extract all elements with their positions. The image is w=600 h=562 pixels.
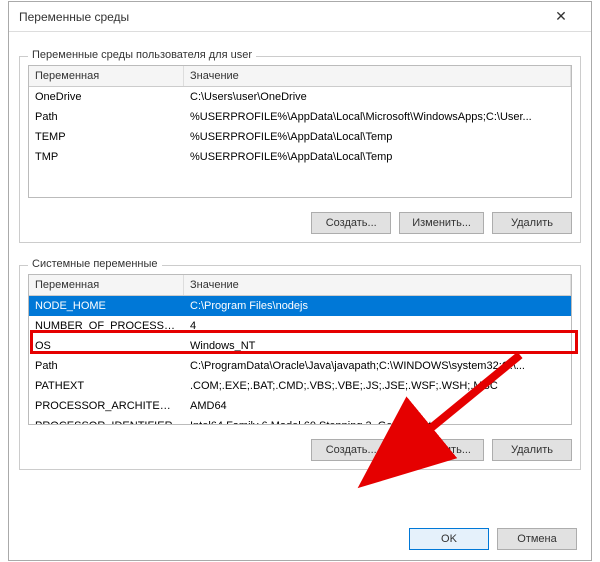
window-title: Переменные среды bbox=[19, 10, 129, 24]
system-delete-button[interactable]: Удалить bbox=[492, 439, 572, 461]
env-vars-dialog: Переменные среды ✕ Переменные среды поль… bbox=[8, 1, 592, 561]
system-vars-title: Системные переменные bbox=[28, 258, 162, 270]
table-row[interactable]: PROCESSOR_IDENTIFIER Intel64 Family 6 Mo… bbox=[29, 416, 571, 424]
table-row[interactable]: TEMP %USERPROFILE%\AppData\Local\Temp bbox=[29, 127, 571, 147]
ok-button[interactable]: OK bbox=[409, 528, 489, 550]
table-row[interactable]: TMP %USERPROFILE%\AppData\Local\Temp bbox=[29, 147, 571, 167]
table-row[interactable]: PATHEXT .COM;.EXE;.BAT;.CMD;.VBS;.VBE;.J… bbox=[29, 376, 571, 396]
user-vars-group: Переменные среды пользователя для user П… bbox=[19, 56, 581, 243]
col-header-value[interactable]: Значение bbox=[184, 275, 571, 295]
close-icon[interactable]: ✕ bbox=[541, 3, 581, 31]
cancel-button[interactable]: Отмена bbox=[497, 528, 577, 550]
table-row[interactable]: OneDrive C:\Users\user\OneDrive bbox=[29, 87, 571, 107]
table-row[interactable]: PROCESSOR_ARCHITECTURE AMD64 bbox=[29, 396, 571, 416]
table-row[interactable]: NUMBER_OF_PROCESSORS 4 bbox=[29, 316, 571, 336]
system-vars-group: Системные переменные Переменная Значение… bbox=[19, 265, 581, 470]
table-row[interactable]: Path %USERPROFILE%\AppData\Local\Microso… bbox=[29, 107, 571, 127]
table-row[interactable]: NODE_HOME C:\Program Files\nodejs bbox=[29, 296, 571, 316]
user-vars-title: Переменные среды пользователя для user bbox=[28, 49, 256, 61]
table-header: Переменная Значение bbox=[29, 66, 571, 87]
system-edit-button[interactable]: Изменить... bbox=[399, 439, 484, 461]
titlebar: Переменные среды ✕ bbox=[9, 2, 591, 32]
table-row[interactable]: Path C:\ProgramData\Oracle\Java\javapath… bbox=[29, 356, 571, 376]
table-header: Переменная Значение bbox=[29, 275, 571, 296]
system-vars-table[interactable]: Переменная Значение NODE_HOME C:\Program… bbox=[28, 274, 572, 425]
system-create-button[interactable]: Создать... bbox=[311, 439, 391, 461]
user-delete-button[interactable]: Удалить bbox=[492, 212, 572, 234]
col-header-value[interactable]: Значение bbox=[184, 66, 571, 86]
user-edit-button[interactable]: Изменить... bbox=[399, 212, 484, 234]
user-vars-table[interactable]: Переменная Значение OneDrive C:\Users\us… bbox=[28, 65, 572, 198]
user-create-button[interactable]: Создать... bbox=[311, 212, 391, 234]
table-row[interactable]: OS Windows_NT bbox=[29, 336, 571, 356]
col-header-name[interactable]: Переменная bbox=[29, 275, 184, 295]
col-header-name[interactable]: Переменная bbox=[29, 66, 184, 86]
